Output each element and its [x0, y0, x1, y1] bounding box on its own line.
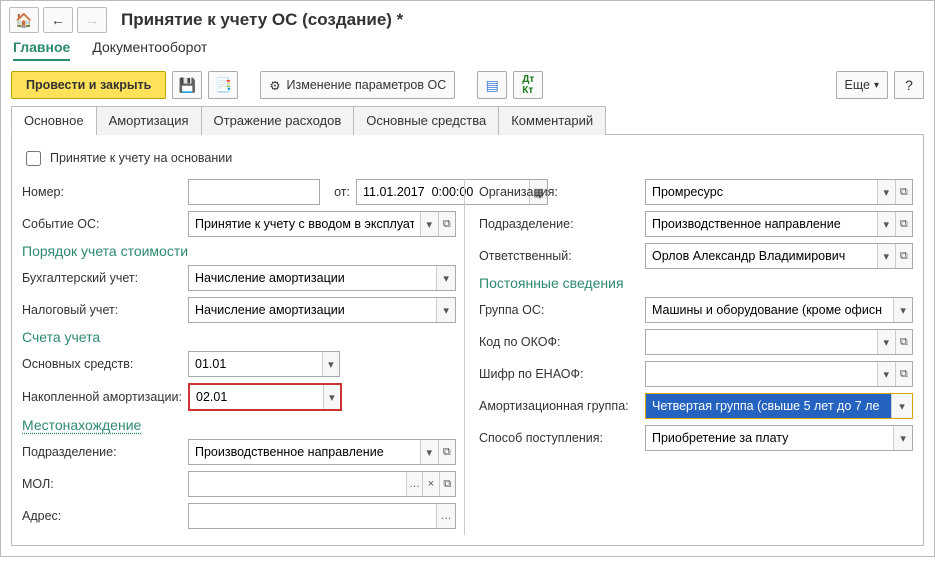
- tax-record-label: Налоговый учет:: [22, 303, 182, 317]
- right-column: Организация: ▾ ⧉ Подразделение: ▾ ⧉: [464, 179, 913, 535]
- open-icon[interactable]: ⧉: [895, 330, 912, 354]
- change-params-label: Изменение параметров ОС: [287, 78, 447, 92]
- address-field[interactable]: …: [188, 503, 456, 529]
- dept-field[interactable]: ▾ ⧉: [645, 211, 913, 237]
- amort-group-field[interactable]: Четвертая группа (свыше 5 лет до 7 ле ▾: [645, 393, 913, 419]
- dept-label: Подразделение:: [479, 217, 639, 231]
- tab-main[interactable]: Основное: [11, 106, 97, 135]
- back-icon[interactable]: ←: [43, 7, 73, 33]
- acc-record-label: Бухгалтерский учет:: [22, 271, 182, 285]
- panel-main: Принятие к учету на основании Номер: от:…: [11, 135, 924, 546]
- accounts-section-title: Счета учета: [22, 329, 456, 345]
- dropdown-icon[interactable]: ▾: [891, 394, 912, 418]
- amort-group-label: Амортизационная группа:: [479, 399, 639, 413]
- ellipsis-icon[interactable]: …: [406, 472, 422, 496]
- receipt-field[interactable]: ▾: [645, 425, 913, 451]
- address-label: Адрес:: [22, 509, 182, 523]
- home-icon[interactable]: 🏠: [9, 7, 39, 33]
- title-bar: 🏠 ← → Принятие к учету ОС (создание) *: [1, 1, 934, 37]
- number-field[interactable]: [188, 179, 320, 205]
- const-section-title: Постоянные сведения: [479, 275, 913, 291]
- more-label: Еще: [845, 78, 870, 92]
- from-label: от:: [326, 185, 350, 199]
- acc-record-field[interactable]: ▾: [188, 265, 456, 291]
- dropdown-icon[interactable]: ▾: [877, 330, 894, 354]
- dropdown-icon[interactable]: ▾: [322, 352, 339, 376]
- more-button[interactable]: Еще ▾: [836, 71, 888, 99]
- open-icon[interactable]: ⧉: [895, 180, 912, 204]
- dropdown-icon[interactable]: ▾: [893, 298, 912, 322]
- based-on-label: Принятие к учету на основании: [50, 151, 232, 165]
- dropdown-icon[interactable]: ▾: [893, 426, 912, 450]
- event-label: Событие ОС:: [22, 217, 182, 231]
- open-icon[interactable]: ⧉: [895, 362, 912, 386]
- settings-icon: ⚙: [269, 78, 280, 93]
- resp-field[interactable]: ▾ ⧉: [645, 243, 913, 269]
- forward-icon: →: [77, 7, 107, 33]
- dropdown-icon[interactable]: ▾: [436, 266, 455, 290]
- open-icon[interactable]: ⧉: [438, 212, 455, 236]
- help-button[interactable]: ?: [894, 71, 924, 99]
- open-icon[interactable]: ⧉: [439, 472, 455, 496]
- left-column: Номер: от: ▦ Событие ОС: ▾ ⧉: [22, 179, 456, 535]
- window: 🏠 ← → Принятие к учету ОС (создание) * Г…: [0, 0, 935, 557]
- dropdown-icon[interactable]: ▾: [877, 180, 894, 204]
- top-tabs: Главное Документооборот: [1, 37, 934, 69]
- enaof-field[interactable]: ▾ ⧉: [645, 361, 913, 387]
- okof-label: Код по ОКОФ:: [479, 335, 639, 349]
- department-label: Подразделение:: [22, 445, 182, 459]
- dropdown-icon[interactable]: ▾: [877, 362, 894, 386]
- based-on-checkbox[interactable]: [26, 151, 41, 166]
- acc-fixed-label: Основных средств:: [22, 357, 182, 371]
- org-field[interactable]: ▾ ⧉: [645, 179, 913, 205]
- ellipsis-icon[interactable]: …: [436, 504, 455, 528]
- group-label: Группа ОС:: [479, 303, 639, 317]
- dropdown-icon[interactable]: ▾: [436, 298, 455, 322]
- open-icon[interactable]: ⧉: [438, 440, 455, 464]
- resp-label: Ответственный:: [479, 249, 639, 263]
- tax-record-field[interactable]: ▾: [188, 297, 456, 323]
- dropdown-icon[interactable]: ▾: [877, 212, 894, 236]
- org-label: Организация:: [479, 185, 639, 199]
- mol-field[interactable]: … × ⧉: [188, 471, 456, 497]
- dropdown-icon[interactable]: ▾: [877, 244, 894, 268]
- top-tab-docflow[interactable]: Документооборот: [92, 39, 207, 61]
- chevron-down-icon: ▾: [874, 80, 879, 91]
- location-section-title: Местонахождение: [22, 417, 456, 433]
- clear-icon[interactable]: ×: [422, 472, 438, 496]
- tab-comment[interactable]: Комментарий: [498, 106, 606, 135]
- department-field[interactable]: ▾ ⧉: [188, 439, 456, 465]
- amort-group-value: Четвертая группа (свыше 5 лет до 7 ле: [646, 394, 891, 418]
- dropdown-icon[interactable]: ▾: [323, 385, 340, 409]
- group-field[interactable]: ▾: [645, 297, 913, 323]
- tab-assets[interactable]: Основные средства: [353, 106, 499, 135]
- acc-deprec-field[interactable]: ▾: [188, 383, 342, 411]
- top-tab-main[interactable]: Главное: [13, 39, 70, 61]
- acc-deprec-label: Накопленной амортизации:: [22, 390, 182, 404]
- dtkt-icon[interactable]: ДтКт: [513, 71, 543, 99]
- receipt-label: Способ поступления:: [479, 431, 639, 445]
- report-icon[interactable]: ▤: [477, 71, 507, 99]
- dropdown-icon[interactable]: ▾: [420, 212, 437, 236]
- change-params-button[interactable]: ⚙ Изменение параметров ОС: [260, 71, 455, 99]
- mol-label: МОЛ:: [22, 477, 182, 491]
- tab-strip: Основное Амортизация Отражение расходов …: [11, 105, 924, 135]
- okof-field[interactable]: ▾ ⧉: [645, 329, 913, 355]
- tab-expense[interactable]: Отражение расходов: [201, 106, 355, 135]
- open-icon[interactable]: ⧉: [895, 212, 912, 236]
- number-label: Номер:: [22, 185, 182, 199]
- dropdown-icon[interactable]: ▾: [420, 440, 437, 464]
- post-and-close-button[interactable]: Провести и закрыть: [11, 71, 166, 99]
- toolbar: Провести и закрыть 💾 📑 ⚙ Изменение парам…: [1, 69, 934, 105]
- acc-fixed-field[interactable]: ▾: [188, 351, 340, 377]
- event-field[interactable]: ▾ ⧉: [188, 211, 456, 237]
- open-icon[interactable]: ⧉: [895, 244, 912, 268]
- order-section-title: Порядок учета стоимости: [22, 243, 456, 259]
- save-icon[interactable]: 💾: [172, 71, 202, 99]
- enaof-label: Шифр по ЕНАОФ:: [479, 367, 639, 381]
- tab-amort[interactable]: Амортизация: [96, 106, 202, 135]
- post-icon[interactable]: 📑: [208, 71, 238, 99]
- page-title: Принятие к учету ОС (создание) *: [121, 10, 403, 30]
